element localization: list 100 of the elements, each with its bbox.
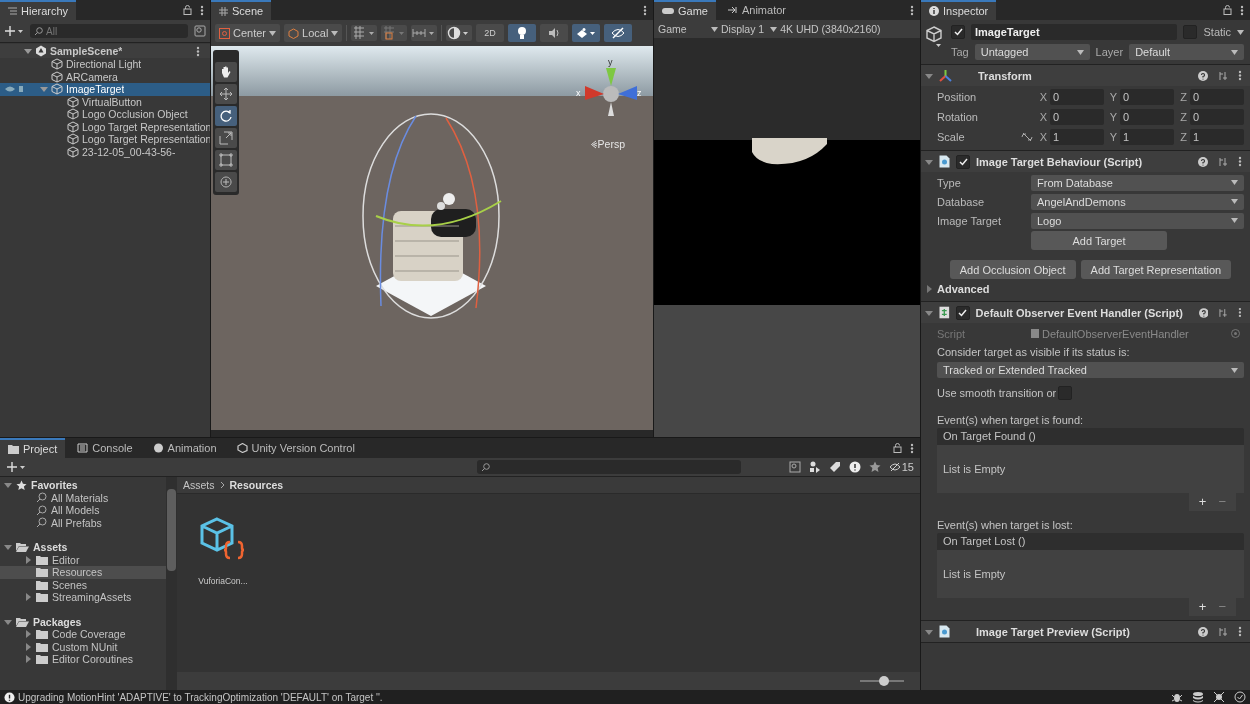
more-icon[interactable] bbox=[910, 442, 914, 454]
mode-dropdown[interactable]: Game bbox=[658, 23, 718, 35]
search-field[interactable] bbox=[476, 460, 741, 474]
network-icon[interactable] bbox=[1213, 691, 1225, 703]
pivot-dropdown[interactable]: Center bbox=[215, 24, 281, 42]
caret-down-icon[interactable] bbox=[925, 308, 933, 317]
project-tree-item[interactable]: Editor Coroutines bbox=[0, 653, 166, 666]
number-field[interactable]: 0 bbox=[1120, 109, 1174, 125]
project-tree-item[interactable]: StreamingAssets bbox=[0, 591, 166, 604]
shading-mode-icon[interactable] bbox=[446, 25, 473, 41]
number-field[interactable]: 1 bbox=[1190, 129, 1244, 145]
caret-down-icon[interactable] bbox=[4, 617, 12, 626]
number-field[interactable]: 0 bbox=[1050, 89, 1104, 105]
add-dropdown-icon[interactable] bbox=[6, 461, 26, 473]
caret-down-icon[interactable] bbox=[925, 71, 933, 80]
project-tree-item[interactable]: All Prefabs bbox=[0, 516, 166, 529]
caret-down-icon[interactable] bbox=[4, 481, 12, 490]
number-field[interactable]: 1 bbox=[1050, 129, 1104, 145]
search-field[interactable]: All bbox=[30, 24, 188, 38]
axis-label[interactable]: Y bbox=[1107, 91, 1117, 103]
hierarchy-item[interactable]: ImageTarget bbox=[0, 83, 210, 96]
preset-icon[interactable] bbox=[1218, 626, 1228, 637]
animator-tab[interactable]: Animator bbox=[719, 0, 794, 20]
audio-toggle[interactable] bbox=[539, 24, 568, 42]
project-tree-item[interactable]: All Models bbox=[0, 504, 166, 517]
game-tab[interactable]: Game bbox=[654, 0, 716, 20]
action-button[interactable]: Add Occlusion Object bbox=[949, 260, 1076, 279]
axis-gizmo-drawing[interactable]: x y z bbox=[573, 56, 643, 126]
status-dropdown[interactable]: Tracked or Extended Tracked bbox=[937, 362, 1244, 378]
preset-icon[interactable] bbox=[1218, 307, 1229, 318]
axis-label[interactable]: Z bbox=[1177, 91, 1187, 103]
resolution-dropdown[interactable]: 4K UHD (3840x2160) bbox=[780, 23, 881, 35]
lock-icon[interactable] bbox=[183, 5, 192, 15]
breadcrumb-link[interactable]: Assets bbox=[183, 479, 215, 491]
check-circle-icon[interactable] bbox=[1234, 691, 1246, 703]
star-icon[interactable] bbox=[868, 461, 881, 473]
hierarchy-item[interactable]: Logo Target Representation bbox=[0, 120, 210, 133]
more-icon[interactable] bbox=[1238, 70, 1242, 81]
dropdown[interactable]: Logo bbox=[1031, 212, 1244, 229]
number-field[interactable]: 1 bbox=[1120, 129, 1174, 145]
component-header[interactable]: Image Target Preview (Script) bbox=[921, 621, 1250, 642]
axis-label[interactable]: Y bbox=[1107, 111, 1117, 123]
dropdown[interactable]: From Database bbox=[1031, 174, 1244, 191]
static-dropdown[interactable]: Static bbox=[1203, 26, 1244, 38]
status-message[interactable]: Upgrading MotionHint 'ADAPTIVE' to TrackingOptimization 'DEFAULT' on Target ''. bbox=[18, 691, 383, 703]
animation-tab[interactable]: Animation bbox=[144, 438, 225, 458]
space-dropdown[interactable]: Local bbox=[284, 24, 343, 42]
number-field[interactable]: 0 bbox=[1190, 109, 1244, 125]
project-tree-item[interactable]: All Materials bbox=[0, 491, 166, 504]
lighting-toggle[interactable] bbox=[507, 24, 536, 42]
database-icon[interactable] bbox=[1192, 691, 1204, 703]
axis-label[interactable]: Y bbox=[1107, 131, 1117, 143]
project-tree-item[interactable]: Code Coverage bbox=[0, 628, 166, 641]
transform-tool[interactable] bbox=[215, 172, 237, 192]
caret-right-icon[interactable] bbox=[24, 593, 32, 602]
hierarchy-item[interactable]: Directional Light bbox=[0, 58, 210, 71]
more-icon[interactable] bbox=[910, 4, 914, 16]
axis-label[interactable]: Z bbox=[1177, 111, 1187, 123]
visibility-toggle[interactable] bbox=[603, 24, 632, 42]
enabled-checkbox[interactable] bbox=[956, 154, 970, 169]
more-icon[interactable] bbox=[1238, 626, 1242, 637]
move-tool[interactable] bbox=[215, 84, 237, 104]
hierarchy-tab[interactable]: Hierarchy bbox=[0, 0, 77, 20]
projection-toggle[interactable]: Persp bbox=[589, 138, 625, 150]
active-checkbox[interactable] bbox=[951, 25, 965, 39]
scene-tab[interactable]: Scene bbox=[211, 0, 272, 20]
help-icon[interactable] bbox=[1198, 70, 1208, 81]
lock-icon[interactable] bbox=[893, 443, 902, 453]
project-tree-item[interactable]: Editor bbox=[0, 553, 166, 566]
rect-tool[interactable] bbox=[215, 150, 237, 170]
add-dropdown-icon[interactable] bbox=[4, 25, 24, 37]
axis-label[interactable]: X bbox=[1037, 131, 1047, 143]
caret-down-icon[interactable] bbox=[24, 47, 32, 55]
object-picker-icon[interactable] bbox=[1231, 329, 1240, 338]
number-field[interactable]: 0 bbox=[1190, 89, 1244, 105]
snap-increment-icon[interactable] bbox=[381, 25, 408, 41]
project-tree-item[interactable]: Resources bbox=[0, 566, 166, 579]
project-tree-item[interactable]: Assets bbox=[0, 541, 166, 554]
effects-toggle[interactable] bbox=[571, 24, 600, 42]
ruler-icon[interactable] bbox=[411, 25, 438, 41]
more-icon[interactable] bbox=[643, 4, 647, 16]
axis-label[interactable]: X bbox=[1037, 91, 1047, 103]
more-icon[interactable] bbox=[1238, 156, 1242, 167]
name-field[interactable]: ImageTarget bbox=[971, 24, 1178, 40]
help-icon[interactable] bbox=[1198, 307, 1209, 318]
component-header[interactable]: Transform bbox=[921, 65, 1250, 86]
component-header[interactable]: Default Observer Event Handler (Script) bbox=[921, 302, 1250, 323]
add-target-button[interactable]: Add Target bbox=[1031, 231, 1167, 250]
slider-thumb[interactable] bbox=[879, 676, 890, 686]
hierarchy-item[interactable]: VirtualButton bbox=[0, 95, 210, 108]
asset-name[interactable]: VuforiaCon... bbox=[198, 576, 248, 586]
warning-icon[interactable] bbox=[848, 461, 861, 473]
scale-tool[interactable] bbox=[215, 128, 237, 148]
preset-icon[interactable] bbox=[1218, 70, 1228, 81]
config-asset-icon[interactable] bbox=[200, 516, 246, 562]
hand-tool[interactable] bbox=[215, 62, 237, 82]
hierarchy-item[interactable]: SampleScene* bbox=[0, 44, 210, 58]
scene-visibility-icon[interactable] bbox=[194, 25, 206, 37]
breadcrumb-link[interactable]: Resources bbox=[229, 479, 284, 491]
caret-down-icon[interactable] bbox=[925, 627, 933, 636]
